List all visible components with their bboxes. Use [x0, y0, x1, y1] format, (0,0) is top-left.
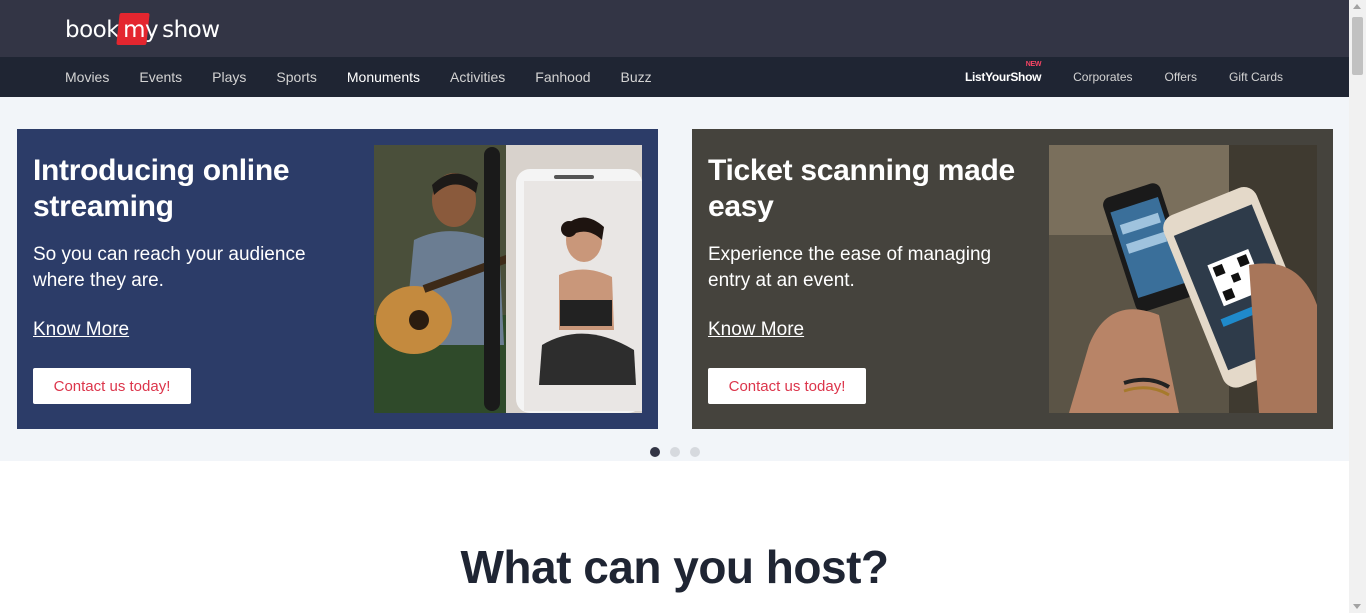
contact-us-button[interactable]: Contact us today! — [708, 368, 866, 404]
nav-item-activities[interactable]: Activities — [450, 69, 505, 85]
carousel-dot-2[interactable] — [670, 447, 680, 457]
scroll-up-icon[interactable] — [1353, 4, 1361, 9]
carousel-dot-1[interactable] — [650, 447, 660, 457]
contact-us-button[interactable]: Contact us today! — [33, 368, 191, 404]
nav-item-sports[interactable]: Sports — [276, 69, 316, 85]
logo-text-show: show — [162, 17, 220, 43]
logo-text-my: my — [120, 17, 161, 43]
carousel-dot-3[interactable] — [690, 447, 700, 457]
new-badge: NEW — [1025, 61, 1042, 68]
section-title: What can you host? — [460, 541, 890, 593]
secondary-nav: ListYourShow NEW Corporates Offers Gift … — [933, 57, 1283, 97]
slide-description: Experience the ease of managing entry at… — [708, 244, 992, 291]
category-nav: Movies Events Plays Sports Monuments Act… — [65, 57, 682, 97]
top-header: book my show — [0, 0, 1349, 57]
nav-item-events[interactable]: Events — [139, 69, 182, 85]
bookmyshow-logo[interactable]: book my show — [65, 14, 220, 46]
slide-description: So you can reach your audience where the… — [33, 244, 306, 291]
nav-item-offers[interactable]: Offers — [1165, 70, 1197, 84]
nav-item-list-your-show[interactable]: ListYourShow NEW — [964, 61, 1042, 84]
nav-item-fanhood[interactable]: Fanhood — [535, 69, 590, 85]
carousel-indicators — [650, 447, 710, 457]
promo-carousel: Introducing online streaming So you can … — [0, 97, 1349, 461]
nav-item-gift-cards[interactable]: Gift Cards — [1229, 70, 1283, 84]
nav-item-buzz[interactable]: Buzz — [621, 69, 652, 85]
page-scrollbar[interactable] — [1349, 0, 1366, 613]
know-more-link[interactable]: Know More — [708, 319, 804, 341]
scroll-down-icon[interactable] — [1353, 604, 1361, 609]
nav-item-monuments[interactable]: Monuments — [347, 69, 420, 85]
streaming-photo — [374, 145, 642, 413]
main-nav: Movies Events Plays Sports Monuments Act… — [0, 57, 1349, 97]
nav-item-corporates[interactable]: Corporates — [1073, 70, 1132, 84]
list-your-show-label: ListYourShow — [964, 70, 1042, 84]
ticket-scanning-photo — [1049, 145, 1317, 413]
scroll-thumb[interactable] — [1352, 17, 1363, 75]
slide-title: Ticket scanning made easy — [708, 154, 1015, 223]
logo-text-book: book — [65, 17, 120, 43]
nav-item-movies[interactable]: Movies — [65, 69, 109, 85]
slide-online-streaming: Introducing online streaming So you can … — [17, 129, 658, 429]
slide-title: Introducing online streaming — [33, 154, 290, 223]
nav-item-plays[interactable]: Plays — [212, 69, 246, 85]
know-more-link[interactable]: Know More — [33, 319, 129, 341]
slide-ticket-scanning: Ticket scanning made easy Experience the… — [692, 129, 1333, 429]
